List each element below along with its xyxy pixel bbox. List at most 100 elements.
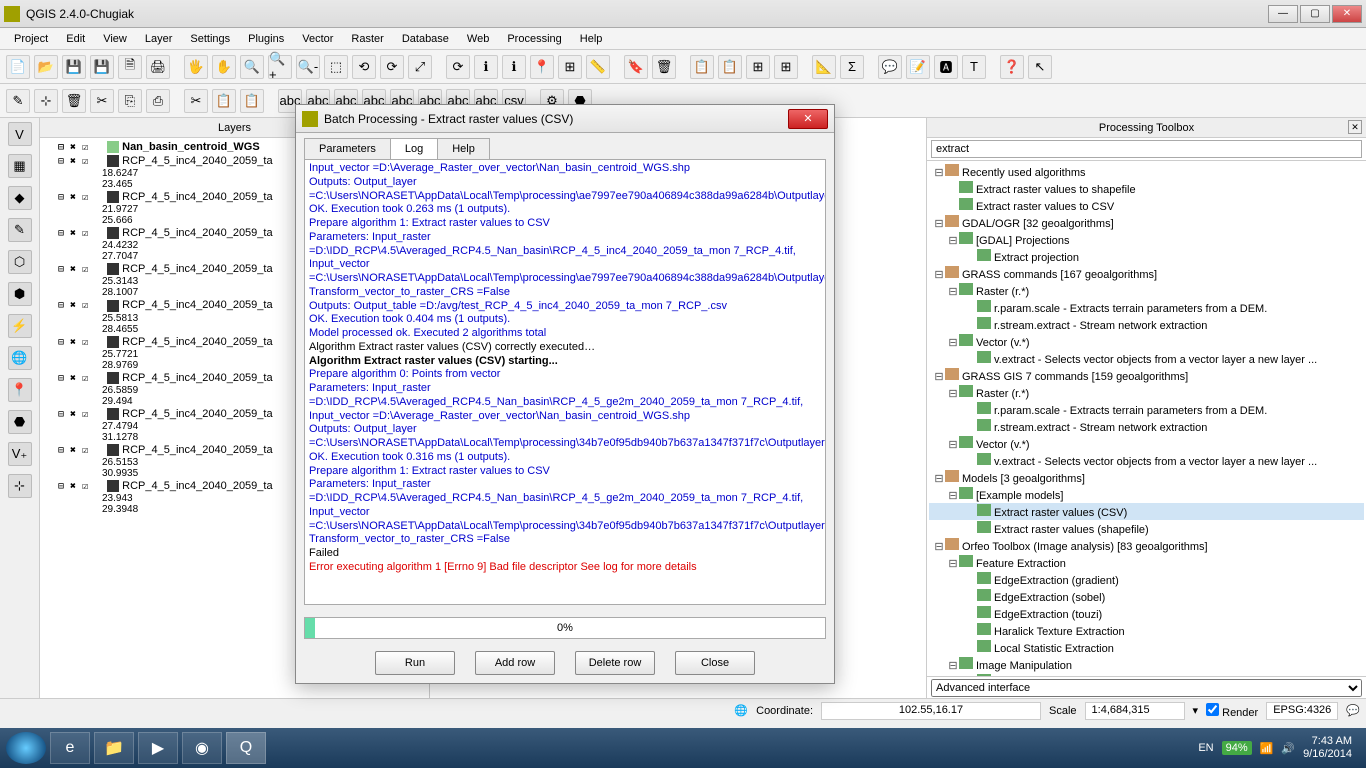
tree-item[interactable]: Extract raster values to CSV [929, 197, 1364, 214]
toolbar-button-0[interactable]: ✎ [6, 89, 30, 113]
toolbar-button-35[interactable]: 💬 [878, 55, 902, 79]
toolbar-button-7[interactable]: 🖐 [184, 55, 208, 79]
tab-help[interactable]: Help [437, 138, 490, 159]
tree-item[interactable]: Extract projection [929, 248, 1364, 265]
menu-raster[interactable]: Raster [343, 31, 391, 47]
add-csv-icon[interactable]: 🌐 [8, 346, 32, 370]
toolbar-button-20[interactable]: 📍 [530, 55, 554, 79]
toggle-extents-icon[interactable]: 🌐 [734, 704, 748, 717]
toolbar-button-5[interactable]: ⎙ [146, 89, 170, 113]
toolbar-button-4[interactable]: ⎘ [118, 89, 142, 113]
add-raster-icon[interactable]: ▦ [8, 154, 32, 178]
tree-item[interactable]: v.extract - Selects vector objects from … [929, 452, 1364, 469]
tree-item[interactable]: ⊟Image Manipulation [929, 656, 1364, 673]
toolbar-button-11[interactable]: 🔍- [296, 55, 320, 79]
tree-item[interactable]: ⊟Feature Extraction [929, 554, 1364, 571]
tree-item[interactable]: ⊟[Example models] [929, 486, 1364, 503]
menu-web[interactable]: Web [459, 31, 497, 47]
toolbox-tree[interactable]: ⊟Recently used algorithmsExtract raster … [927, 161, 1366, 676]
close-button[interactable]: ✕ [1332, 5, 1362, 23]
tray-sound-icon[interactable]: 🔊 [1281, 742, 1295, 755]
menu-settings[interactable]: Settings [182, 31, 238, 47]
menu-processing[interactable]: Processing [499, 31, 569, 47]
maximize-button[interactable]: ▢ [1300, 5, 1330, 23]
add-vector-icon[interactable]: V [8, 122, 32, 146]
add-wms-icon[interactable]: ⬡ [8, 250, 32, 274]
task-media-icon[interactable]: ▶ [138, 732, 178, 764]
tray-lang[interactable]: EN [1198, 742, 1213, 754]
tree-item[interactable]: Extract raster values to shapefile [929, 180, 1364, 197]
toolbar-button-19[interactable]: ℹ [502, 55, 526, 79]
toolbar-button-18[interactable]: ℹ [474, 55, 498, 79]
toolbar-button-24[interactable]: 🔖 [624, 55, 648, 79]
tree-item[interactable]: ⊟Orfeo Toolbox (Image analysis) [83 geoa… [929, 537, 1364, 554]
tree-item[interactable]: EdgeExtraction (touzi) [929, 605, 1364, 622]
toolbar-button-33[interactable]: Σ [840, 55, 864, 79]
toolbar-button-14[interactable]: ⟳ [380, 55, 404, 79]
tree-item[interactable]: r.param.scale - Extracts terrain paramet… [929, 299, 1364, 316]
tree-item[interactable]: Haralick Texture Extraction [929, 622, 1364, 639]
start-button[interactable] [6, 732, 46, 764]
add-oracle-icon[interactable]: ⬣ [8, 410, 32, 434]
toolbox-panel-close-icon[interactable]: ✕ [1348, 120, 1362, 134]
toolbox-interface-select[interactable]: Advanced interface [931, 679, 1362, 697]
log-textarea[interactable]: Input_vector =D:\Average_Raster_over_vec… [304, 159, 826, 605]
toolbar-button-1[interactable]: 📂 [34, 55, 58, 79]
add-postgis-icon[interactable]: ◆ [8, 186, 32, 210]
task-qgis-icon[interactable]: Q [226, 732, 266, 764]
tree-item[interactable]: ⊟GRASS GIS 7 commands [159 geoalgorithms… [929, 367, 1364, 384]
toolbar-button-2[interactable]: 💾 [62, 55, 86, 79]
toolbar-button-10[interactable]: 🔍+ [268, 55, 292, 79]
toolbar-button-9[interactable]: 📋 [240, 89, 264, 113]
delete-row-button[interactable]: Delete row [575, 651, 655, 675]
toolbar-button-32[interactable]: 📐 [812, 55, 836, 79]
tray-battery[interactable]: 94% [1222, 741, 1252, 755]
messages-icon[interactable]: 💬 [1346, 704, 1360, 717]
toolbar-button-3[interactable]: 💾 [90, 55, 114, 79]
menu-plugins[interactable]: Plugins [240, 31, 292, 47]
toolbar-button-41[interactable]: ↖ [1028, 55, 1052, 79]
tree-item[interactable]: Local Statistic Extraction [929, 639, 1364, 656]
scale-value[interactable]: 1:4,684,315 [1085, 702, 1185, 720]
tree-item[interactable]: ⊟[GDAL] Projections [929, 231, 1364, 248]
toolbar-button-28[interactable]: 📋 [718, 55, 742, 79]
toolbar-button-22[interactable]: 📏 [586, 55, 610, 79]
menu-edit[interactable]: Edit [58, 31, 93, 47]
toolbar-button-7[interactable]: ✂ [184, 89, 208, 113]
toolbox-search-input[interactable] [931, 140, 1362, 158]
menu-layer[interactable]: Layer [137, 31, 181, 47]
toolbar-button-4[interactable]: 🗎 [118, 55, 142, 79]
toolbar-button-8[interactable]: 📋 [212, 89, 236, 113]
crs-button[interactable]: EPSG:4326 [1266, 702, 1338, 720]
tree-item[interactable]: ⊟GRASS commands [167 geoalgorithms] [929, 265, 1364, 282]
tree-item[interactable]: ⊟GDAL/OGR [32 geoalgorithms] [929, 214, 1364, 231]
minimize-button[interactable]: — [1268, 5, 1298, 23]
tab-log[interactable]: Log [390, 138, 438, 159]
task-chrome-icon[interactable]: ◉ [182, 732, 222, 764]
toolbar-button-2[interactable]: 🗑 [62, 89, 86, 113]
toolbar-button-1[interactable]: ⊹ [34, 89, 58, 113]
tab-parameters[interactable]: Parameters [304, 138, 391, 159]
tree-item[interactable]: Extract raster values (CSV) [929, 503, 1364, 520]
add-row-button[interactable]: Add row [475, 651, 555, 675]
toolbar-button-9[interactable]: 🔍 [240, 55, 264, 79]
tree-item[interactable]: ⊟Raster (r.*) [929, 282, 1364, 299]
toolbar-button-5[interactable]: 🖨 [146, 55, 170, 79]
menu-vector[interactable]: Vector [294, 31, 341, 47]
dialog-close-btn[interactable]: Close [675, 651, 755, 675]
toolbar-button-38[interactable]: T [962, 55, 986, 79]
tree-item[interactable]: Extract raster values (shapefile) [929, 520, 1364, 537]
render-checkbox[interactable]: Render [1206, 703, 1258, 719]
tree-item[interactable]: ⊟Raster (r.*) [929, 384, 1364, 401]
toolbar-button-13[interactable]: ⟲ [352, 55, 376, 79]
tray-network-icon[interactable]: 📶 [1260, 742, 1274, 755]
scale-lock-icon[interactable]: ▾ [1193, 704, 1199, 717]
tree-item[interactable]: ⊟Models [3 geoalgorithms] [929, 469, 1364, 486]
tray-clock[interactable]: 7:43 AM 9/16/2014 [1303, 735, 1352, 761]
add-wcs-icon[interactable]: ⬢ [8, 282, 32, 306]
menu-project[interactable]: Project [6, 31, 56, 47]
toolbar-button-8[interactable]: ✋ [212, 55, 236, 79]
toolbar-button-40[interactable]: ❓ [1000, 55, 1024, 79]
menu-database[interactable]: Database [394, 31, 457, 47]
toolbar-button-3[interactable]: ✂ [90, 89, 114, 113]
